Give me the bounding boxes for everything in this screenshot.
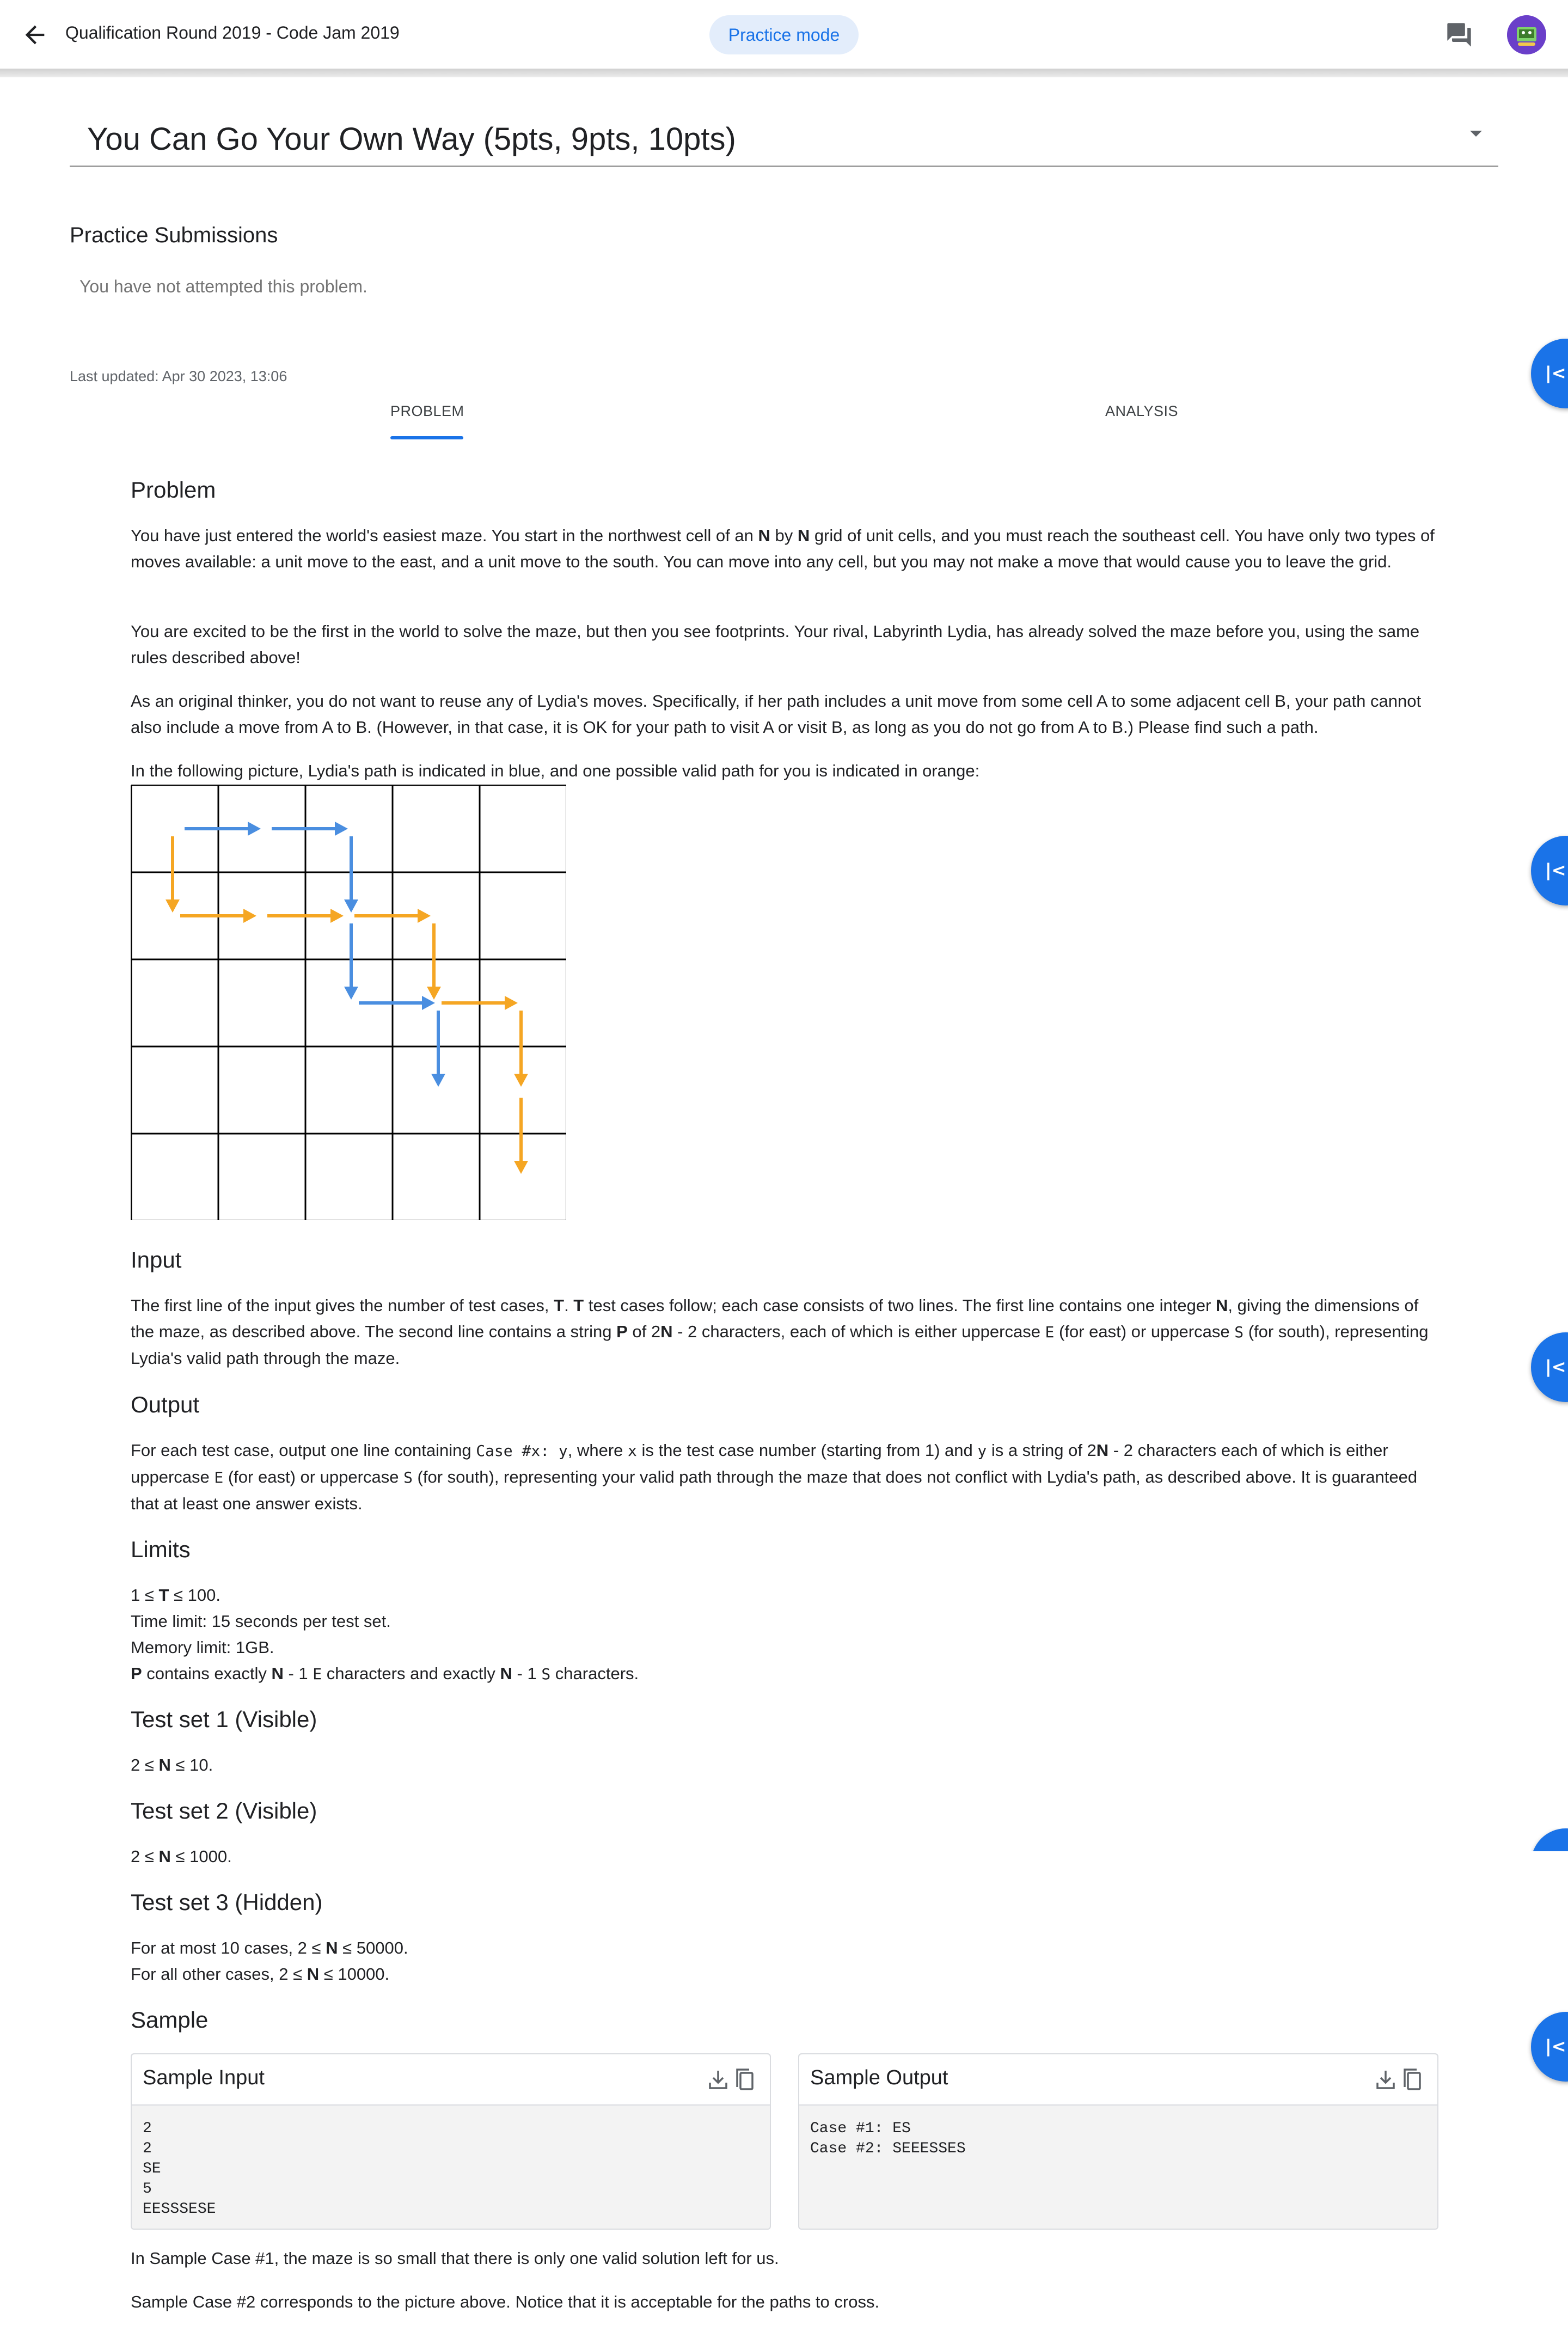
lydia-path-arrowhead <box>431 1074 445 1087</box>
test-set-3-limit-1: For at most 10 cases, 2 ≤ N ≤ 50000. <box>131 1938 408 1957</box>
your-path-arrowhead <box>330 909 344 923</box>
your-path-arrowhead <box>243 909 256 923</box>
copy-icon[interactable] <box>1404 2069 1421 2090</box>
test-set-3-heading: Test set 3 (Hidden) <box>131 1889 323 1915</box>
input-heading: Input <box>131 1247 182 1272</box>
test-set-2-limit: 2 ≤ N ≤ 1000. <box>131 1847 232 1866</box>
problem-paragraph-1: You have just entered the world's easies… <box>131 526 1435 571</box>
tab-problem[interactable]: PROBLEM <box>390 403 464 420</box>
your-path-arrowhead <box>166 899 180 913</box>
arrow-back-icon[interactable] <box>21 21 49 49</box>
sample-output-actions <box>1376 2069 1421 2090</box>
problem-paragraph-4: In the following picture, Lydia's path i… <box>131 761 980 780</box>
last-updated: Last updated: Apr 30 2023, 13:06 <box>70 368 287 384</box>
skip-to-start-icon: |< <box>1545 1356 1566 1377</box>
skip-to-start-icon: |< <box>1545 363 1566 383</box>
problem-paragraph-3: As an original thinker, you do not want … <box>131 691 1422 737</box>
avatar[interactable] <box>1507 15 1546 54</box>
test-set-1-limit: 2 ≤ N ≤ 10. <box>131 1755 213 1774</box>
lydia-path-arrowhead <box>344 899 358 913</box>
collapse-panel-button[interactable]: |< <box>1531 2012 1568 2082</box>
tab-analysis[interactable]: ANALYSIS <box>1105 403 1178 420</box>
limit-memory: Memory limit: 1GB. <box>131 1638 274 1657</box>
skip-to-start-icon: |< <box>1545 860 1566 880</box>
your-path-arrowhead <box>514 1161 528 1174</box>
sample-output-title: Sample Output <box>810 2066 948 2089</box>
maze-diagram <box>131 785 566 1220</box>
fab-partial <box>1531 1828 1568 1851</box>
sample-input-actions <box>709 2069 754 2090</box>
submissions-heading: Practice Submissions <box>70 223 278 247</box>
sample-output-header: Sample Output <box>799 2054 1437 2106</box>
copy-icon[interactable] <box>736 2069 754 2090</box>
skip-to-start-icon: |< <box>1545 2036 1566 2057</box>
problem-select-value: You Can Go Your Own Way (5pts, 9pts, 10p… <box>87 121 736 157</box>
input-paragraph: The first line of the input gives the nu… <box>131 1296 1429 1368</box>
sample-input-header: Sample Input <box>132 2054 770 2106</box>
dropdown-arrow-icon[interactable] <box>1470 131 1482 137</box>
your-path-arrowhead <box>418 909 431 923</box>
tab-selected-indicator <box>390 436 463 439</box>
collapse-panel-button[interactable]: |< <box>1531 339 1568 408</box>
sample-input-text[interactable]: 2 2 SE 5 EESSSESE <box>143 2119 216 2219</box>
limit-time: Time limit: 15 seconds per test set. <box>131 1612 391 1631</box>
practice-mode-chip[interactable]: Practice mode <box>709 15 859 54</box>
sample-output-card: Sample Output Case #1: ES Case #2: SEEES… <box>798 2053 1438 2230</box>
collapse-panel-button[interactable] <box>1531 1828 1568 1851</box>
test-set-1-heading: Test set 1 (Visible) <box>131 1706 317 1732</box>
output-heading: Output <box>131 1392 200 1417</box>
sample-note-1: In Sample Case #1, the maze is so small … <box>131 2249 779 2268</box>
test-set-2-heading: Test set 2 (Visible) <box>131 1798 317 1823</box>
download-icon[interactable] <box>709 2071 727 2089</box>
output-paragraph: For each test case, output one line cont… <box>131 1441 1418 1513</box>
download-icon[interactable] <box>1376 2071 1395 2089</box>
your-path-arrowhead <box>514 1074 528 1087</box>
limit-test-cases: 1 ≤ T ≤ 100. <box>131 1586 220 1605</box>
limit-path: P contains exactly N - 1 E characters an… <box>131 1664 639 1683</box>
problem-paragraph-2: You are excited to be the first in the w… <box>131 622 1420 667</box>
sample-note-2: Sample Case #2 corresponds to the pictur… <box>131 2292 880 2311</box>
lydia-path-arrowhead <box>344 987 358 1000</box>
chat-icon[interactable] <box>1445 21 1473 49</box>
lydia-path-arrowhead <box>335 822 348 836</box>
sample-input-title: Sample Input <box>143 2066 265 2089</box>
collapse-panel-button[interactable]: |< <box>1531 836 1568 905</box>
limits-list: 1 ≤ T ≤ 100. Time limit: 15 seconds per … <box>131 1582 1437 1687</box>
collapse-panel-button[interactable]: |< <box>1531 1332 1568 1402</box>
test-set-3-limit-2: For all other cases, 2 ≤ N ≤ 10000. <box>131 1965 390 1984</box>
top-app-bar: Qualification Round 2019 - Code Jam 2019… <box>0 0 1568 69</box>
lydia-path-arrowhead <box>248 822 261 836</box>
sample-input-card: Sample Input 2 2 SE 5 EESSSESE <box>131 2053 771 2230</box>
app-title: Qualification Round 2019 - Code Jam 2019 <box>65 23 400 42</box>
your-path-arrowhead <box>427 987 441 1000</box>
avatar-icon <box>1507 15 1546 54</box>
sample-output-text[interactable]: Case #1: ES Case #2: SEEESSES <box>810 2119 966 2159</box>
top-bar-shadow <box>0 69 1568 77</box>
problem-heading: Problem <box>131 477 216 503</box>
problem-select[interactable]: You Can Go Your Own Way (5pts, 9pts, 10p… <box>70 109 1498 167</box>
test-set-3-limits: For at most 10 cases, 2 ≤ N ≤ 50000. For… <box>131 1935 1437 1987</box>
submissions-status: You have not attempted this problem. <box>79 277 367 296</box>
sample-heading: Sample <box>131 2007 209 2033</box>
limits-heading: Limits <box>131 1537 191 1562</box>
your-path-arrowhead <box>505 996 518 1010</box>
